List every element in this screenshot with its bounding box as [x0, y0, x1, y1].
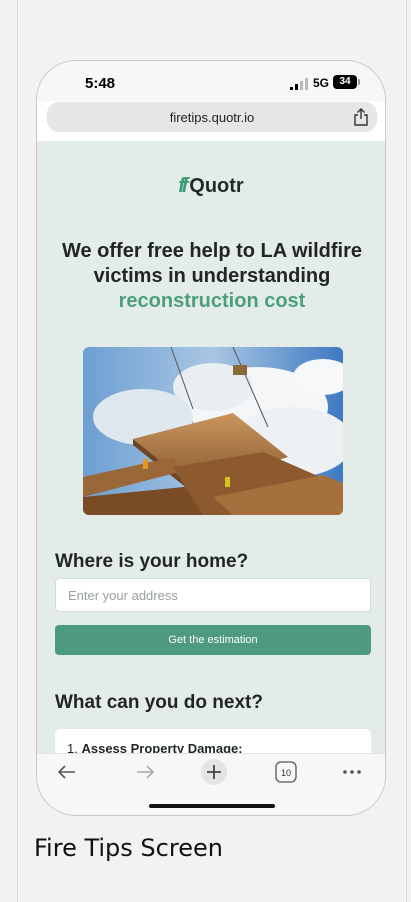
url-text[interactable]: firetips.quotr.io — [47, 110, 377, 125]
next-steps-title: What can you do next? — [55, 692, 263, 713]
signal-icon — [290, 78, 308, 90]
forward-arrow-icon — [137, 765, 155, 779]
url-bar[interactable]: firetips.quotr.io — [47, 102, 377, 132]
next-step-title: Assess Property Damage: — [81, 741, 243, 753]
back-arrow-icon — [57, 765, 75, 779]
new-tab-button[interactable] — [199, 759, 229, 785]
network-type: 5G — [313, 76, 330, 90]
plus-icon — [201, 759, 227, 785]
quotr-logo[interactable]: ff Quotr — [37, 175, 385, 198]
back-button[interactable] — [47, 760, 87, 784]
more-dots-icon — [343, 770, 361, 774]
next-step-number: 1. — [67, 741, 78, 753]
quotr-logo-text: Quotr — [189, 175, 244, 197]
hero-headline: We offer free help to LA wildfire victim… — [51, 239, 373, 314]
hero-construction-image — [83, 347, 343, 515]
screen-caption: Fire Tips Screen — [34, 834, 223, 862]
forward-button[interactable] — [125, 760, 165, 784]
svg-text:10: 10 — [281, 768, 291, 778]
share-icon[interactable] — [353, 108, 369, 126]
status-time: 5:48 — [85, 75, 116, 92]
battery-icon: 34 — [333, 75, 357, 89]
home-indicator[interactable] — [149, 804, 275, 808]
more-button[interactable] — [337, 760, 367, 784]
quotr-logo-icon: ff — [178, 175, 188, 197]
address-input[interactable] — [55, 578, 371, 612]
page-content: ff Quotr We offer free help to LA wildfi… — [37, 141, 385, 753]
status-bar: 5:48 5G 34 — [37, 61, 385, 101]
tabs-button[interactable]: 10 — [275, 760, 297, 784]
phone-frame: 5:48 5G 34 firetips.quotr.io ff Quotr We… — [36, 60, 386, 816]
headline-line-1: We offer free help to LA wildfire — [61, 240, 363, 262]
battery-tip — [358, 79, 360, 85]
next-step-card: 1. Assess Property Damage: — [55, 729, 371, 753]
headline-accent: reconstruction cost — [118, 290, 306, 312]
get-estimation-button[interactable]: Get the estimation — [55, 625, 371, 655]
address-section-title: Where is your home? — [55, 551, 249, 572]
tabs-icon: 10 — [275, 761, 297, 783]
headline-line-2: victims in understanding — [93, 265, 331, 287]
